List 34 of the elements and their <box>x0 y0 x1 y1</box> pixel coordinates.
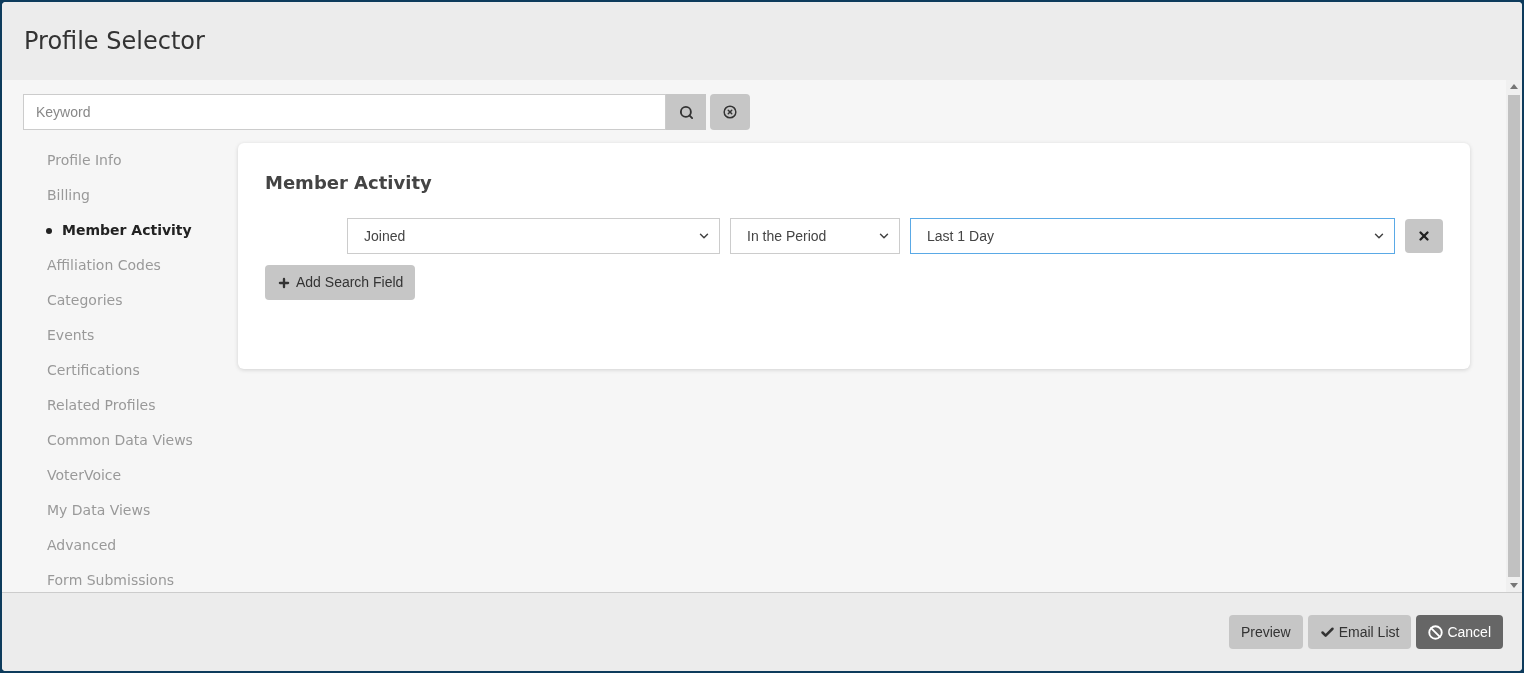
sidebar-item[interactable]: Member Activity <box>23 213 238 248</box>
footer-button[interactable]: Cancel <box>1416 615 1503 649</box>
sidebar-item[interactable]: Profile Info <box>23 143 238 178</box>
sidebar-item[interactable]: VoterVoice <box>23 458 238 493</box>
remove-button[interactable] <box>1405 219 1443 253</box>
sidebar-item[interactable]: Billing <box>23 178 238 213</box>
footer-button[interactable]: Preview <box>1228 615 1303 649</box>
plus-icon <box>277 275 291 290</box>
cancel-icon <box>1428 624 1444 640</box>
bullet-icon <box>46 227 52 234</box>
keyword-field[interactable]: Keyword <box>23 94 666 130</box>
footer-button[interactable]: Email List <box>1307 615 1412 649</box>
sidebar-item[interactable]: Categories <box>23 283 238 318</box>
add-search-field-button[interactable]: Add Search Field <box>265 265 416 300</box>
check-icon <box>1319 624 1335 640</box>
dialog-title: Profile Selector <box>24 26 205 57</box>
clear-icon <box>723 105 737 119</box>
scrollbar[interactable] <box>1506 80 1522 592</box>
sidebar-item[interactable]: My Data Views <box>23 493 238 528</box>
dropdown-field[interactable]: Joined <box>347 218 720 254</box>
search-icon <box>678 104 694 120</box>
close-icon <box>1417 229 1431 243</box>
search-button[interactable] <box>666 94 706 130</box>
sidebar-item[interactable]: Certifications <box>23 353 238 388</box>
dropdown-field[interactable]: In the Period <box>730 218 900 254</box>
panel-title: Member Activity <box>265 171 433 195</box>
sidebar-item[interactable]: Events <box>23 318 238 353</box>
sidebar-item[interactable]: Form Submissions <box>23 563 238 592</box>
sidebar-item[interactable]: Related Profiles <box>23 388 238 423</box>
dropdown-field[interactable]: Last 1 Day <box>910 218 1395 254</box>
sidebar-item[interactable]: Affiliation Codes <box>23 248 238 283</box>
sidebar-item[interactable]: Common Data Views <box>23 423 238 458</box>
clear-button[interactable] <box>710 94 750 130</box>
sidebar-item[interactable]: Advanced <box>23 528 238 563</box>
